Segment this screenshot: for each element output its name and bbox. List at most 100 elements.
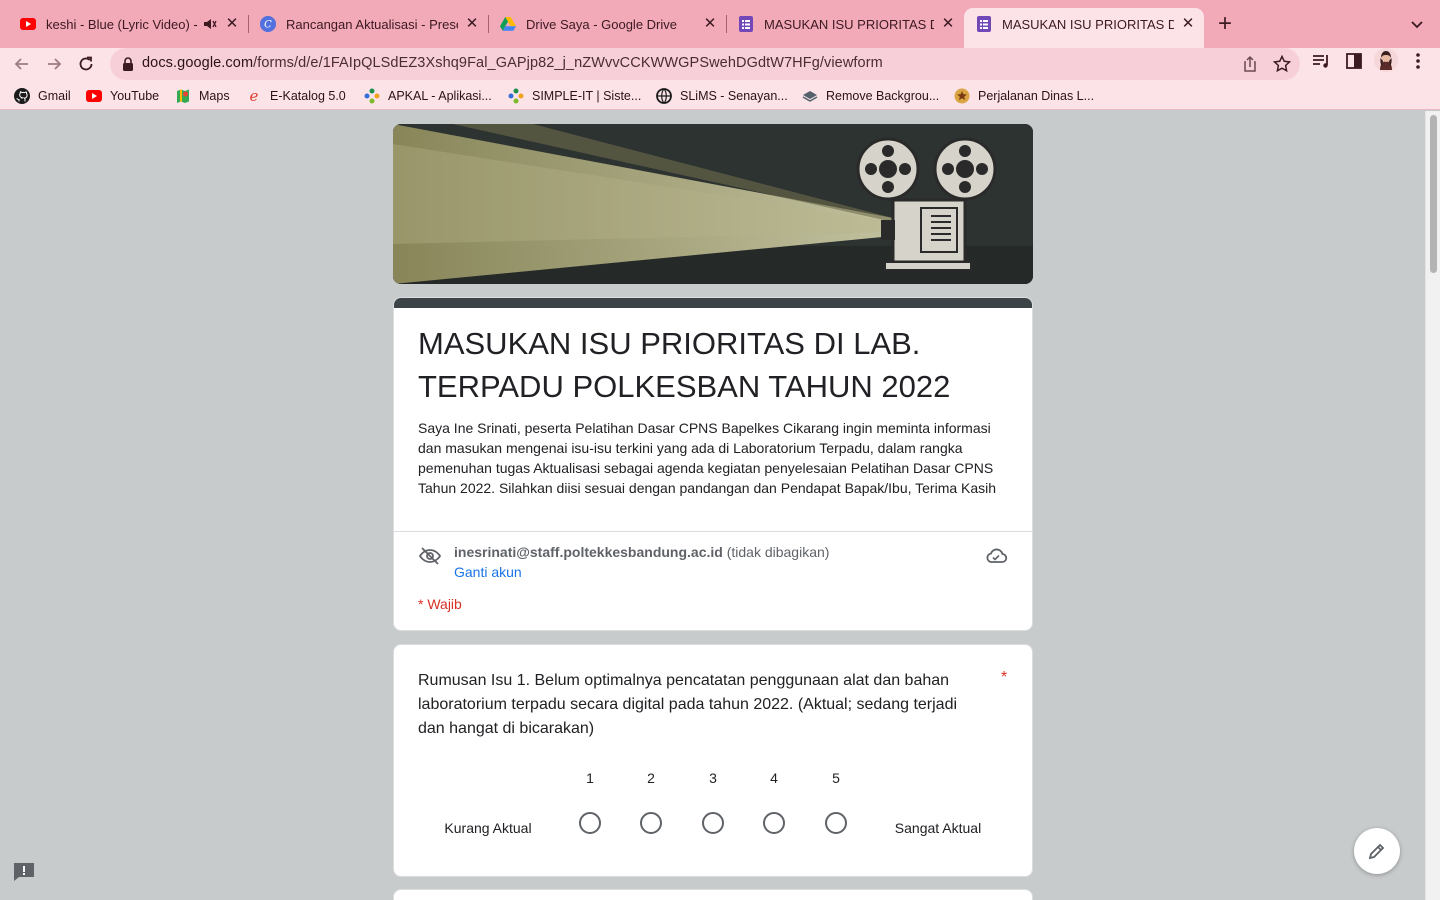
bookmark-label: Gmail bbox=[38, 89, 71, 103]
page-viewport: MASUKAN ISU PRIORITAS DI LAB. TERPADU PO… bbox=[0, 111, 1425, 900]
tab-title: keshi - Blue (Lyric Video) - YouTube bbox=[46, 16, 198, 32]
forward-arrow-icon bbox=[48, 58, 62, 70]
bookmark-label: Perjalanan Dinas L... bbox=[978, 89, 1095, 103]
youtube-icon bbox=[86, 88, 102, 104]
tab-search-chevron-icon[interactable] bbox=[1406, 14, 1428, 36]
scale-radio-3[interactable] bbox=[702, 812, 724, 834]
tab-google-forms-active[interactable]: MASUKAN ISU PRIORITAS DI LAB. ✕ bbox=[964, 8, 1204, 48]
tab-title: MASUKAN ISU PRIORITAS DI LAB. bbox=[1002, 16, 1174, 32]
close-icon[interactable]: ✕ bbox=[1180, 16, 1196, 32]
share-icon[interactable] bbox=[1240, 54, 1260, 74]
bookmark-slims[interactable]: SLiMS - Senayan... bbox=[656, 86, 788, 106]
scale-high-label: Sangat Aktual bbox=[894, 820, 982, 836]
bookmark-label: APKAL - Aplikasi... bbox=[388, 89, 492, 103]
google-forms-icon bbox=[976, 16, 992, 32]
svg-text:e: e bbox=[250, 88, 259, 104]
edit-form-button[interactable] bbox=[1354, 828, 1400, 874]
media-control-icon[interactable] bbox=[1310, 50, 1332, 72]
bookmark-apkal[interactable]: APKAL - Aplikasi... bbox=[364, 86, 492, 106]
speaker-mute-icon[interactable] bbox=[202, 16, 218, 32]
bookmark-youtube[interactable]: YouTube bbox=[86, 86, 159, 106]
remove-bg-icon bbox=[802, 88, 818, 104]
form-header-image bbox=[393, 124, 1033, 284]
account-email: inesrinati@staff.poltekkesbandung.ac.id … bbox=[454, 544, 829, 560]
browser-tab-bar: keshi - Blue (Lyric Video) - YouTube ✕ C… bbox=[0, 0, 1440, 48]
reload-icon bbox=[79, 56, 93, 71]
close-icon[interactable]: ✕ bbox=[464, 16, 480, 32]
google-drive-icon bbox=[500, 16, 516, 32]
bookmark-label: E-Katalog 5.0 bbox=[270, 89, 346, 103]
bookmark-remove-bg[interactable]: Remove Backgrou... bbox=[802, 86, 939, 106]
scale-number-4: 4 bbox=[770, 770, 778, 786]
switch-account-link[interactable]: Ganti akun bbox=[454, 564, 522, 580]
close-icon[interactable]: ✕ bbox=[702, 16, 718, 32]
close-icon[interactable]: ✕ bbox=[224, 16, 240, 32]
canva-icon: C bbox=[260, 16, 276, 32]
scrollbar-thumb[interactable] bbox=[1430, 115, 1437, 273]
new-tab-button[interactable]: + bbox=[1212, 12, 1238, 38]
tab-canva[interactable]: C Rancangan Aktualisasi - Presentasi ✕ bbox=[248, 9, 489, 39]
scale-radio-2[interactable] bbox=[640, 812, 662, 834]
back-arrow-icon bbox=[14, 58, 28, 70]
lock-icon[interactable] bbox=[120, 56, 136, 72]
scale-number-5: 5 bbox=[832, 770, 840, 786]
e-katalog-icon: e bbox=[246, 88, 262, 104]
browser-toolbar: docs.google.com/forms/d/e/1FAIpQLSdEZ3Xs… bbox=[0, 48, 1440, 82]
bookmark-gmail[interactable]: Gmail bbox=[14, 86, 71, 106]
tab-title: Drive Saya - Google Drive bbox=[526, 16, 677, 32]
scale-radio-4[interactable] bbox=[763, 812, 785, 834]
scale-radio-5[interactable] bbox=[825, 812, 847, 834]
bookmarks-bar: Gmail YouTube Maps e E-Katalog 5.0 APKAL… bbox=[0, 82, 1440, 110]
maps-icon bbox=[175, 88, 191, 104]
bookmark-label: SIMPLE-IT | Siste... bbox=[532, 89, 642, 103]
eye-off-icon bbox=[418, 544, 442, 568]
url-path: /forms/d/e/1FAIpQLSdEZ3Xshq9Fal_GAPjp82_… bbox=[253, 55, 883, 71]
account-email-text: inesrinati@staff.poltekkesbandung.ac.id bbox=[454, 544, 723, 560]
tab-google-forms[interactable]: MASUKAN ISU PRIORITAS DI LAB. ✕ bbox=[726, 9, 964, 39]
back-button[interactable] bbox=[8, 50, 36, 78]
bookmark-star-icon[interactable] bbox=[1272, 54, 1292, 74]
page-scrollbar[interactable] bbox=[1425, 111, 1440, 900]
reload-button[interactable] bbox=[72, 50, 100, 78]
bookmark-perjalanan-dinas[interactable]: Perjalanan Dinas L... bbox=[954, 86, 1094, 106]
required-note: * Wajib bbox=[418, 596, 462, 612]
youtube-icon bbox=[20, 16, 36, 32]
side-panel-icon[interactable] bbox=[1343, 50, 1365, 72]
bookmark-simple-it[interactable]: SIMPLE-IT | Siste... bbox=[508, 86, 641, 106]
form-title-card: MASUKAN ISU PRIORITAS DI LAB. TERPADU PO… bbox=[393, 297, 1033, 631]
svg-text:C: C bbox=[264, 20, 272, 31]
question-card-2 bbox=[393, 889, 1033, 900]
scale-low-label: Kurang Aktual bbox=[444, 820, 532, 836]
scale-number-1: 1 bbox=[586, 770, 594, 786]
tab-title: Rancangan Aktualisasi - Presentasi bbox=[286, 16, 458, 32]
bookmark-label: Maps bbox=[199, 89, 230, 103]
tab-youtube[interactable]: keshi - Blue (Lyric Video) - YouTube ✕ bbox=[8, 9, 249, 39]
bookmark-e-katalog[interactable]: e E-Katalog 5.0 bbox=[246, 86, 346, 106]
scale-number-3: 3 bbox=[709, 770, 717, 786]
divider bbox=[394, 531, 1032, 532]
tab-google-drive[interactable]: Drive Saya - Google Drive ✕ bbox=[488, 9, 727, 39]
apkal-icon bbox=[364, 88, 380, 104]
profile-avatar[interactable] bbox=[1374, 48, 1398, 72]
form-description: Saya Ine Srinati, peserta Pelatihan Dasa… bbox=[418, 420, 997, 496]
title-card-accent-band bbox=[394, 298, 1032, 308]
question-text: Rumusan Isu 1. Belum optimalnya pencatat… bbox=[418, 672, 958, 737]
address-bar[interactable]: docs.google.com/forms/d/e/1FAIpQLSdEZ3Xs… bbox=[110, 48, 1300, 80]
github-icon bbox=[14, 88, 30, 104]
close-icon[interactable]: ✕ bbox=[940, 16, 956, 32]
scale-number-2: 2 bbox=[647, 770, 655, 786]
cloud-saved-icon[interactable] bbox=[984, 544, 1008, 568]
required-asterisk: * bbox=[1001, 669, 1008, 686]
forward-button[interactable] bbox=[40, 50, 68, 78]
scale-radio-1[interactable] bbox=[579, 812, 601, 834]
feedback-icon[interactable] bbox=[12, 861, 36, 883]
bookmark-maps[interactable]: Maps bbox=[175, 86, 230, 106]
more-menu-icon[interactable] bbox=[1407, 50, 1429, 72]
perjalanan-dinas-icon bbox=[954, 88, 970, 104]
bookmark-label: Remove Backgrou... bbox=[826, 89, 940, 103]
tab-title: MASUKAN ISU PRIORITAS DI LAB. bbox=[764, 16, 934, 32]
url-domain: docs.google.com bbox=[142, 55, 254, 71]
question-card-1: Rumusan Isu 1. Belum optimalnya pencatat… bbox=[393, 644, 1033, 877]
bookmark-label: SLiMS - Senayan... bbox=[680, 89, 788, 103]
simple-it-icon bbox=[508, 88, 524, 104]
